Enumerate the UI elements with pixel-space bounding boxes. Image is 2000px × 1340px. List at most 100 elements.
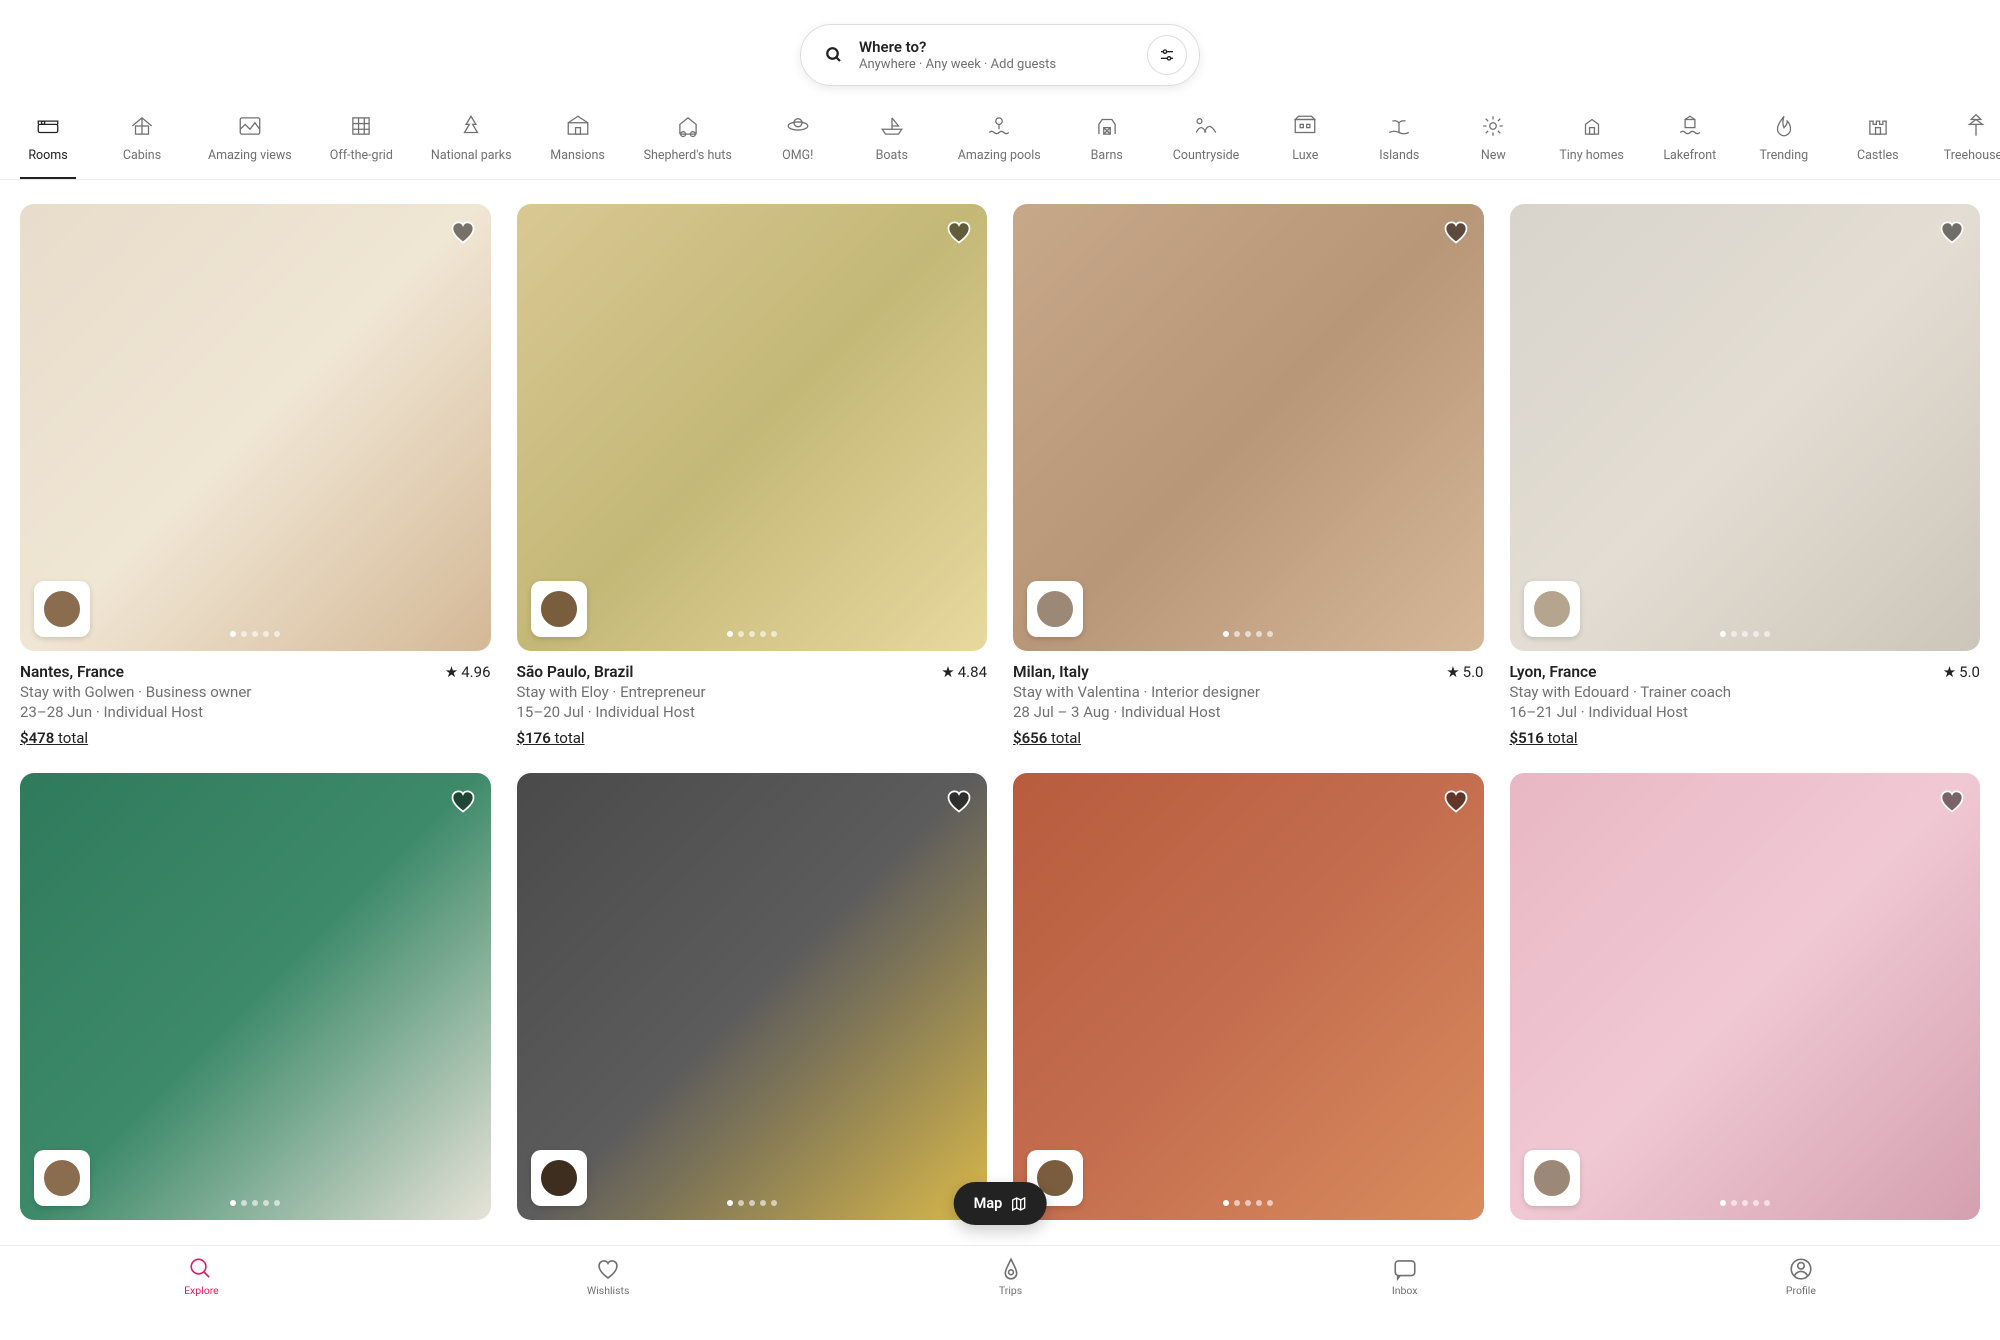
- category-label: Shepherd's huts: [644, 148, 732, 163]
- listing-image[interactable]: [1510, 204, 1981, 651]
- listing-date-line: 28 Jul – 3 Aug · Individual Host: [1013, 703, 1484, 721]
- listing-rating: ★5.0: [1446, 663, 1483, 681]
- boat-icon: [878, 112, 906, 140]
- category-label: Trending: [1759, 148, 1808, 163]
- search-icon: [823, 44, 845, 66]
- listing-title: Lyon, France: [1510, 663, 1597, 681]
- listing-image[interactable]: [1510, 773, 1981, 1220]
- listing-card[interactable]: [1013, 773, 1484, 1220]
- wishlist-heart-button[interactable]: [1938, 787, 1966, 815]
- listing-image[interactable]: [20, 773, 491, 1220]
- listing-card[interactable]: Lyon, France ★5.0 Stay with Edouard · Tr…: [1510, 204, 1981, 747]
- category-tab-tiny-homes[interactable]: Tiny homes: [1559, 112, 1623, 179]
- category-tabs[interactable]: Rooms Cabins Amazing views Off-the-grid Nati…: [0, 104, 2000, 180]
- category-tab-countryside[interactable]: Countryside: [1173, 112, 1240, 179]
- listings-grid: Nantes, France ★4.96 Stay with Golwen · …: [0, 180, 2000, 1340]
- cabin-icon: [128, 112, 156, 140]
- host-badge[interactable]: [1524, 1150, 1580, 1206]
- category-tab-luxe[interactable]: Luxe: [1277, 112, 1333, 179]
- host-badge[interactable]: [531, 581, 587, 637]
- nav-inbox[interactable]: Inbox: [1392, 1256, 1418, 1297]
- category-tab-amazing-views[interactable]: Amazing views: [208, 112, 292, 179]
- category-tab-trending[interactable]: Trending: [1756, 112, 1812, 179]
- listing-image[interactable]: [1013, 773, 1484, 1220]
- category-tab-treehouses[interactable]: Treehouses: [1944, 112, 2000, 179]
- luxe-icon: [1291, 112, 1319, 140]
- chat-icon: [1392, 1256, 1418, 1282]
- wishlist-heart-button[interactable]: [945, 787, 973, 815]
- nav-wishlists[interactable]: Wishlists: [587, 1256, 629, 1297]
- search-bar[interactable]: Where to? Anywhere · Any week · Add gues…: [800, 24, 1200, 86]
- wishlist-heart-button[interactable]: [1938, 218, 1966, 246]
- category-tab-amazing-pools[interactable]: Amazing pools: [958, 112, 1041, 179]
- image-pagination-dots: [727, 1200, 777, 1206]
- hut-icon: [674, 112, 702, 140]
- omg-icon: [784, 112, 812, 140]
- category-label: Cabins: [123, 148, 161, 163]
- listing-card[interactable]: Milan, Italy ★5.0 Stay with Valentina · …: [1013, 204, 1484, 747]
- host-badge[interactable]: [1027, 581, 1083, 637]
- category-tab-barns[interactable]: Barns: [1079, 112, 1135, 179]
- nav-profile[interactable]: Profile: [1786, 1256, 1816, 1297]
- island-icon: [1385, 112, 1413, 140]
- category-tab-new[interactable]: New: [1465, 112, 1521, 179]
- nav-explore[interactable]: Explore: [184, 1256, 219, 1297]
- show-map-button[interactable]: Map: [954, 1182, 1047, 1225]
- category-tab-islands[interactable]: Islands: [1371, 112, 1427, 179]
- host-avatar: [1035, 589, 1075, 629]
- category-tab-castles[interactable]: Castles: [1850, 112, 1906, 179]
- search-title: Where to?: [859, 38, 1133, 56]
- star-icon: ★: [445, 663, 458, 681]
- wishlist-heart-button[interactable]: [1442, 787, 1470, 815]
- star-icon: ★: [1943, 663, 1956, 681]
- wishlist-heart-button[interactable]: [1442, 218, 1470, 246]
- listing-host-line: Stay with Eloy · Entrepreneur: [517, 683, 988, 701]
- filter-button[interactable]: [1147, 35, 1187, 75]
- image-pagination-dots: [1223, 631, 1273, 637]
- listing-image[interactable]: [20, 204, 491, 651]
- category-tab-off-the-grid[interactable]: Off-the-grid: [330, 112, 393, 179]
- host-badge[interactable]: [531, 1150, 587, 1206]
- category-label: Amazing views: [208, 148, 292, 163]
- listing-card[interactable]: [1510, 773, 1981, 1220]
- offgrid-icon: [347, 112, 375, 140]
- listing-title: São Paulo, Brazil: [517, 663, 634, 681]
- category-tab-national-parks[interactable]: National parks: [431, 112, 512, 179]
- wishlist-heart-button[interactable]: [945, 218, 973, 246]
- category-label: Amazing pools: [958, 148, 1041, 163]
- listing-image[interactable]: [517, 204, 988, 651]
- lakefront-icon: [1676, 112, 1704, 140]
- search-bar-container: Where to? Anywhere · Any week · Add gues…: [0, 0, 2000, 104]
- listing-card[interactable]: [20, 773, 491, 1220]
- star-icon: ★: [941, 663, 954, 681]
- category-tab-cabins[interactable]: Cabins: [114, 112, 170, 179]
- view-icon: [236, 112, 264, 140]
- listing-card[interactable]: São Paulo, Brazil ★4.84 Stay with Eloy ·…: [517, 204, 988, 747]
- category-tab-mansions[interactable]: Mansions: [550, 112, 606, 179]
- listing-card[interactable]: Nantes, France ★4.96 Stay with Golwen · …: [20, 204, 491, 747]
- category-label: Islands: [1379, 148, 1419, 163]
- listing-image[interactable]: [1013, 204, 1484, 651]
- listing-image[interactable]: [517, 773, 988, 1220]
- category-label: National parks: [431, 148, 512, 163]
- host-badge[interactable]: [34, 581, 90, 637]
- category-tab-rooms[interactable]: Rooms: [20, 112, 76, 179]
- search-icon: [188, 1256, 214, 1282]
- category-label: Countryside: [1173, 148, 1240, 163]
- listing-card[interactable]: [517, 773, 988, 1220]
- category-tab-boats[interactable]: Boats: [864, 112, 920, 179]
- nav-label: Trips: [999, 1284, 1022, 1297]
- map-button-label: Map: [974, 1195, 1003, 1212]
- wishlist-heart-button[interactable]: [449, 787, 477, 815]
- logo-icon: [998, 1256, 1024, 1282]
- category-tab-shepherd-s-huts[interactable]: Shepherd's huts: [644, 112, 732, 179]
- host-badge[interactable]: [1524, 581, 1580, 637]
- category-tab-lakefront[interactable]: Lakefront: [1662, 112, 1718, 179]
- host-badge[interactable]: [34, 1150, 90, 1206]
- castle-icon: [1864, 112, 1892, 140]
- wishlist-heart-button[interactable]: [449, 218, 477, 246]
- category-tab-omg-[interactable]: OMG!: [770, 112, 826, 179]
- image-pagination-dots: [1223, 1200, 1273, 1206]
- category-label: Boats: [876, 148, 908, 163]
- nav-trips[interactable]: Trips: [998, 1256, 1024, 1297]
